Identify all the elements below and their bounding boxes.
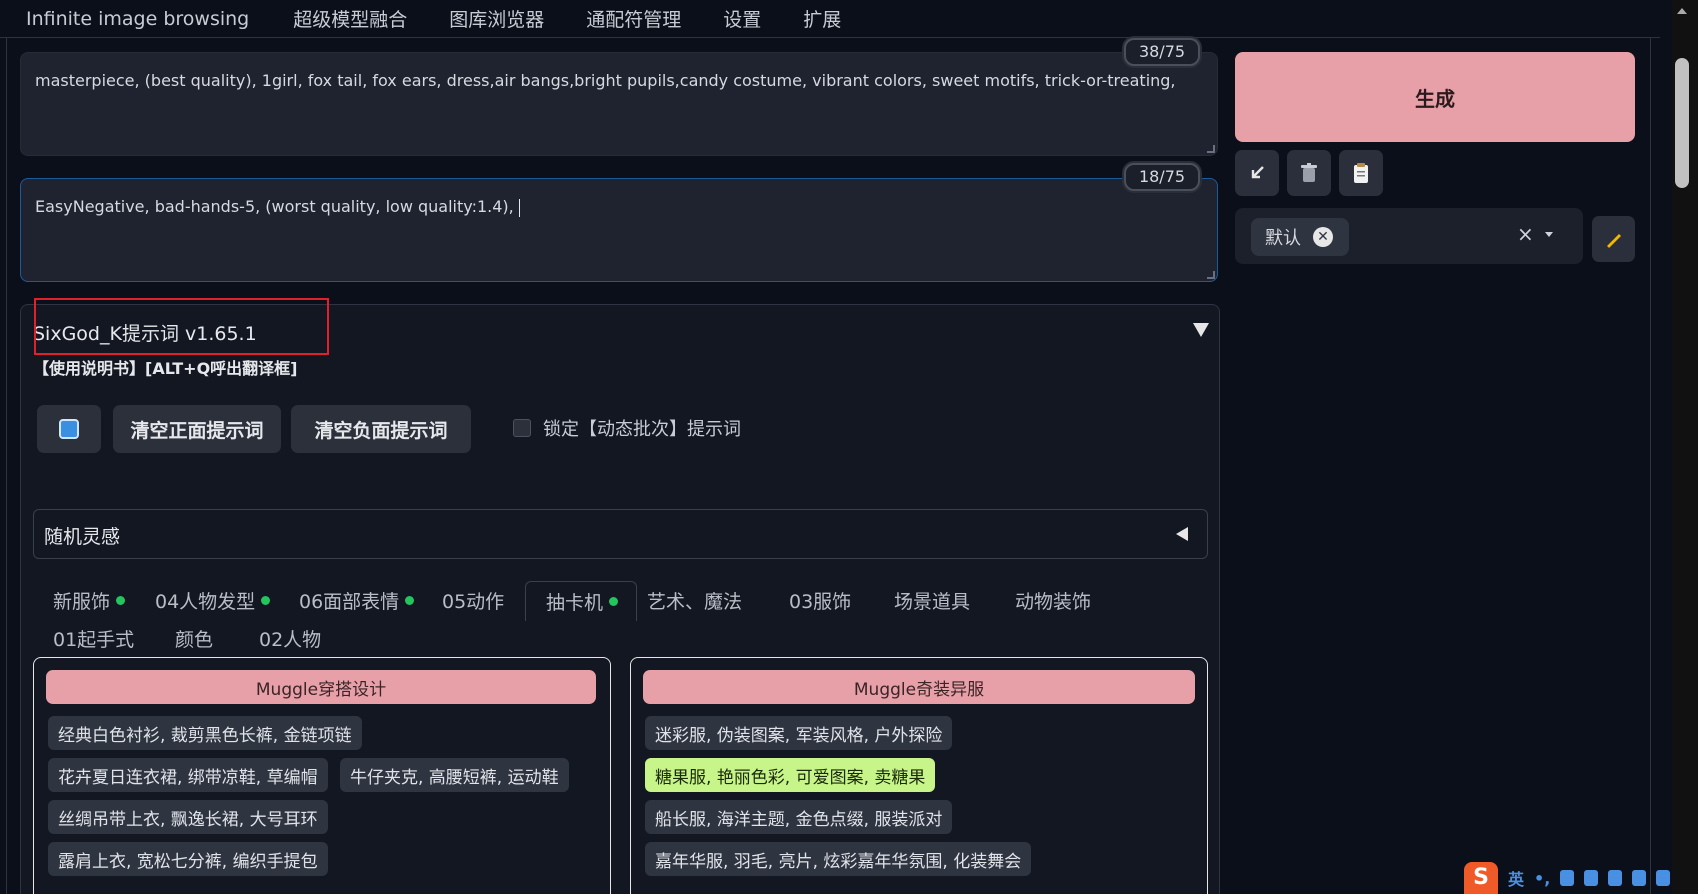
ime-punctuation[interactable]: •, bbox=[1534, 869, 1550, 888]
expand-triangle-icon[interactable] bbox=[1176, 527, 1188, 541]
status-dot bbox=[609, 597, 619, 606]
grid-icon[interactable] bbox=[1656, 870, 1671, 886]
lock-dynamic-batch[interactable]: 锁定【动态批次】提示词 bbox=[513, 415, 741, 441]
muggle-costume-group: Muggle奇装异服 迷彩服, 伪装图案, 军装风格, 户外探险 糖果服, 艳丽… bbox=[630, 657, 1208, 894]
tab-infinite-image-browsing[interactable]: Infinite image browsing bbox=[26, 8, 249, 30]
edit-styles-button[interactable] bbox=[1592, 216, 1635, 262]
tab-settings[interactable]: 设置 bbox=[723, 5, 761, 32]
tab-character[interactable]: 02人物 bbox=[259, 625, 321, 652]
resize-handle-icon[interactable] bbox=[1207, 271, 1215, 279]
collapse-triangle-icon[interactable] bbox=[1193, 323, 1209, 337]
generate-button[interactable]: 生成 bbox=[1235, 52, 1635, 142]
ime-language[interactable]: 英 bbox=[1508, 866, 1524, 890]
tab-model-merge[interactable]: 超级模型融合 bbox=[293, 5, 407, 32]
random-inspiration-label: 随机灵感 bbox=[44, 526, 121, 548]
mic-icon[interactable] bbox=[1560, 870, 1575, 886]
skin-icon[interactable] bbox=[1608, 870, 1623, 886]
styles-dropdown[interactable]: 默认 ✕ × bbox=[1235, 208, 1583, 264]
status-dot bbox=[116, 596, 126, 605]
tab-facial-expression[interactable]: 06面部表情 bbox=[299, 587, 415, 614]
clear-styles-icon[interactable]: × bbox=[1517, 222, 1534, 246]
tab-art-magic[interactable]: 艺术、魔法 bbox=[647, 587, 742, 614]
tab-scene-props[interactable]: 场景道具 bbox=[894, 587, 970, 614]
negative-prompt-input[interactable]: EasyNegative, bad-hands-5, (worst qualit… bbox=[20, 178, 1218, 282]
prompt-pill[interactable]: 丝绸吊带上衣, 飘逸长裙, 大号耳环 bbox=[48, 800, 328, 834]
tab-action[interactable]: 05动作 bbox=[442, 587, 504, 614]
tab-wildcard-manager[interactable]: 通配符管理 bbox=[586, 5, 681, 32]
tab-extensions[interactable]: 扩展 bbox=[803, 5, 841, 32]
ime-toolbar: S 英 •, bbox=[1462, 862, 1672, 894]
lock-label: 锁定【动态批次】提示词 bbox=[543, 419, 741, 440]
scrollbar-thumb[interactable] bbox=[1675, 58, 1689, 188]
negative-prompt-text: EasyNegative, bad-hands-5, (worst qualit… bbox=[35, 197, 520, 217]
clipboard-icon bbox=[1354, 163, 1368, 183]
sogou-logo[interactable]: S bbox=[1464, 862, 1498, 894]
chevron-down-icon[interactable] bbox=[1545, 232, 1553, 237]
top-nav: Infinite image browsing 超级模型融合 图库浏览器 通配符… bbox=[0, 0, 1660, 38]
prompt-pill[interactable]: 经典白色衬衫, 裁剪黑色长裤, 金链项链 bbox=[48, 716, 362, 750]
prompt-pill[interactable]: 船长服, 海洋主题, 金色点缀, 服装派对 bbox=[645, 800, 953, 834]
positive-prompt-input[interactable]: masterpiece, (best quality), 1girl, fox … bbox=[20, 52, 1218, 156]
tab-gacha[interactable]: 抽卡机 bbox=[525, 581, 638, 621]
style-chip[interactable]: 默认 ✕ bbox=[1251, 218, 1349, 256]
clear-negative-button[interactable]: 清空负面提示词 bbox=[291, 405, 471, 453]
refresh-icon bbox=[59, 419, 79, 439]
status-dot bbox=[405, 596, 415, 605]
status-dot bbox=[261, 596, 271, 605]
sixgod-prompt-panel: SixGod_K提示词 v1.65.1 【使用说明书】[ALT+Q呼出翻译框] … bbox=[20, 304, 1220, 894]
annotation-highlight-box bbox=[34, 298, 329, 355]
prompt-pill[interactable]: 嘉年华服, 羽毛, 亮片, 炫彩嘉年华氛围, 化装舞会 bbox=[645, 842, 1032, 876]
tab-animal-decor[interactable]: 动物装饰 bbox=[1015, 587, 1091, 614]
clear-prompt-button[interactable] bbox=[1287, 150, 1331, 196]
paste-button[interactable] bbox=[1339, 150, 1383, 196]
clear-positive-button[interactable]: 清空正面提示词 bbox=[113, 405, 281, 453]
keyboard-icon[interactable] bbox=[1584, 870, 1599, 886]
arrow-down-left-icon bbox=[1251, 166, 1264, 179]
prompt-pill-selected[interactable]: 糖果服, 艳丽色彩, 可爱图案, 卖糖果 bbox=[645, 758, 936, 792]
pencil-icon bbox=[1605, 234, 1621, 249]
resize-handle-icon[interactable] bbox=[1207, 145, 1215, 153]
scroll-up-icon[interactable] bbox=[1677, 8, 1687, 14]
tab-starter[interactable]: 01起手式 bbox=[53, 625, 134, 652]
tab-clothing[interactable]: 03服饰 bbox=[789, 587, 851, 614]
positive-token-count: 38/75 bbox=[1124, 38, 1200, 66]
positive-prompt-text: masterpiece, (best quality), 1girl, fox … bbox=[35, 71, 1176, 90]
tab-color[interactable]: 颜色 bbox=[175, 625, 213, 652]
close-icon[interactable]: ✕ bbox=[1313, 227, 1333, 247]
manual-link[interactable]: 【使用说明书】[ALT+Q呼出翻译框] bbox=[33, 355, 297, 379]
negative-token-count: 18/75 bbox=[1124, 163, 1200, 191]
muggle-outfit-group: Muggle穿搭设计 经典白色衬衫, 裁剪黑色长裤, 金链项链 花卉夏日连衣裙,… bbox=[33, 657, 611, 894]
lock-checkbox[interactable] bbox=[513, 419, 531, 437]
random-inspiration-accordion[interactable]: 随机灵感 bbox=[33, 509, 1208, 559]
prompt-pill[interactable]: 牛仔夹克, 高腰短裤, 运动鞋 bbox=[340, 758, 569, 792]
prompt-pill[interactable]: 露肩上衣, 宽松七分裤, 编织手提包 bbox=[48, 842, 328, 876]
emoji-icon[interactable] bbox=[1632, 870, 1647, 886]
restore-prompt-button[interactable] bbox=[1235, 150, 1279, 196]
group-title[interactable]: Muggle穿搭设计 bbox=[46, 670, 596, 704]
trash-icon bbox=[1301, 163, 1317, 182]
vertical-scrollbar[interactable] bbox=[1672, 0, 1698, 894]
group-title[interactable]: Muggle奇装异服 bbox=[643, 670, 1195, 704]
refresh-button[interactable] bbox=[37, 405, 101, 453]
prompt-pill[interactable]: 花卉夏日连衣裙, 绑带凉鞋, 草编帽 bbox=[48, 758, 328, 792]
prompt-pill[interactable]: 迷彩服, 伪装图案, 军装风格, 户外探险 bbox=[645, 716, 953, 750]
tab-gallery-browser[interactable]: 图库浏览器 bbox=[449, 5, 544, 32]
tab-hairstyle[interactable]: 04人物发型 bbox=[155, 587, 271, 614]
tab-new-clothing[interactable]: 新服饰 bbox=[53, 587, 126, 614]
